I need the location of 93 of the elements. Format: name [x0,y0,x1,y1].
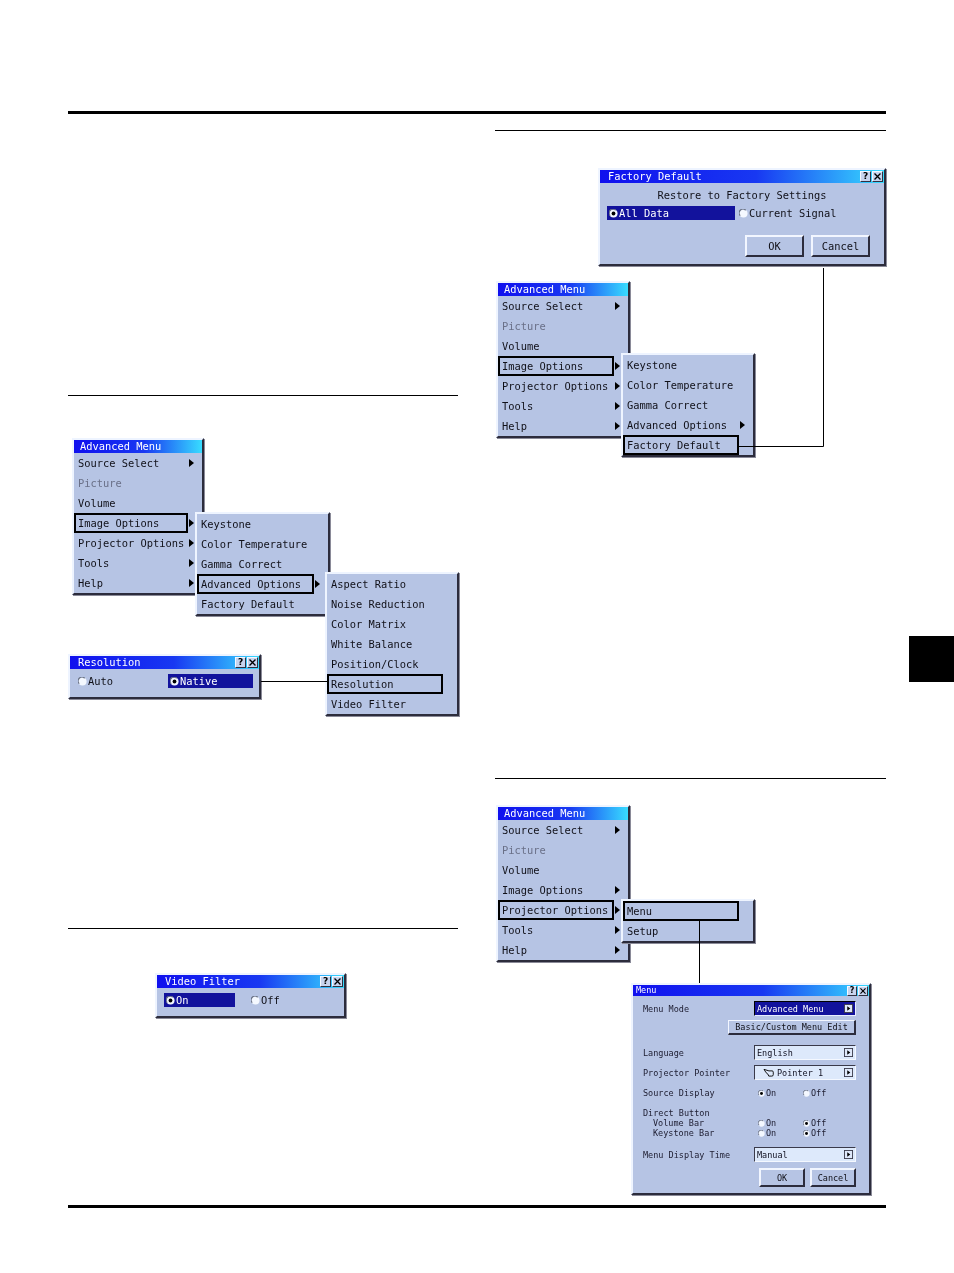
help-button[interactable]: ? [235,657,246,668]
dialog-button[interactable]: Cancel [811,235,870,257]
dropdown-arrow-icon [844,1068,853,1077]
radio-option[interactable]: On [758,1088,803,1098]
radio-option[interactable]: All Data [607,206,735,220]
menu-item[interactable]: Source Select [74,453,188,473]
field-label: Language [643,1047,685,1058]
menu-item[interactable]: Noise Reduction [327,594,443,614]
window-title: Advanced Menu [503,283,587,296]
menu-item[interactable]: Advanced Options [623,415,739,435]
menu-item[interactable]: Keystone [197,514,314,534]
help-button[interactable]: ? [320,976,331,987]
radio-option[interactable]: On [758,1128,803,1138]
radio-option[interactable]: On [164,993,235,1007]
menu-item[interactable]: Position/Clock [327,654,443,674]
close-button[interactable] [872,171,883,182]
dialog-button[interactable]: Basic/Custom Menu Edit [728,1020,856,1035]
field-label: Source Display [643,1088,716,1098]
section-tab-marker [909,636,954,682]
menu-item[interactable]: Factory Default [197,594,314,614]
menu-item[interactable]: Tools [498,396,614,416]
dialog-button[interactable]: Cancel [810,1168,856,1187]
field-label: Keystone Bar [652,1128,716,1138]
field-label: Volume Bar [652,1118,706,1128]
close-button[interactable] [247,657,258,668]
menu-item[interactable]: Resolution [327,674,443,694]
radio-option[interactable]: Off [249,993,329,1007]
close-icon [249,659,256,666]
menu-item[interactable]: Color Temperature [197,534,314,554]
menu-item[interactable]: Color Matrix [327,614,443,634]
dropdown-field[interactable]: Pointer 1 [754,1065,856,1080]
menu-item[interactable]: Source Select [498,820,614,840]
menu-item[interactable]: Video Filter [327,694,443,714]
window-title: Resolution [77,656,142,669]
field-label: Menu Display Time [643,1149,731,1160]
radio-option[interactable]: Off [803,1128,860,1138]
field-label: Projector Pointer [643,1067,731,1078]
menu-item[interactable]: Advanced Options [197,574,314,594]
dropdown-arrow-icon [844,1150,853,1159]
radio-option[interactable]: Off [803,1118,860,1128]
menu-item[interactable]: Help [74,573,188,593]
menu-item[interactable]: Projector Options [498,376,614,396]
dropdown-arrow-icon [844,1004,853,1013]
menu-item[interactable]: Color Temperature [623,375,739,395]
leader-line [261,681,327,682]
close-icon [860,987,866,994]
window-title: Video Filter [164,975,242,988]
menu-item[interactable]: Projector Options [498,900,614,920]
menu-item[interactable]: Tools [498,920,614,940]
menu-item[interactable]: Volume [74,493,188,513]
radio-option[interactable]: Off [803,1088,860,1098]
close-button[interactable] [332,976,343,987]
window-title: Advanced Menu [79,440,163,453]
window-title: Advanced Menu [503,807,587,820]
close-button[interactable] [858,985,868,996]
radio-option[interactable]: Current Signal [737,206,867,220]
menu-item[interactable]: Projector Options [74,533,188,553]
menu-item[interactable]: Menu [623,901,739,921]
menu-item[interactable]: Keystone [623,355,739,375]
menu-item[interactable]: Source Select [498,296,614,316]
menu-item[interactable]: Help [498,940,614,960]
menu-item[interactable]: Help [498,416,614,436]
menu-item[interactable]: Image Options [498,356,614,376]
menu-item[interactable]: Tools [74,553,188,573]
menu-item[interactable]: Gamma Correct [197,554,314,574]
close-icon [874,173,881,180]
help-button[interactable]: ? [847,985,857,996]
menu-item[interactable]: Volume [498,336,614,356]
dropdown-arrow-icon [844,1048,853,1057]
menu-item[interactable]: Volume [498,860,614,880]
dialog-prompt: Restore to Factory Settings [656,188,828,202]
leader-line [699,921,700,983]
field-label: Menu Mode [643,1003,691,1014]
close-icon [334,978,341,985]
menu-item[interactable]: Image Options [498,880,614,900]
radio-option[interactable]: Native [168,674,253,688]
help-button[interactable]: ? [860,171,871,182]
radio-option[interactable]: On [758,1118,803,1128]
menu-item[interactable]: Gamma Correct [623,395,739,415]
dialog-button[interactable]: OK [759,1168,805,1187]
window-title: Factory Default [607,170,703,183]
dropdown-field[interactable]: Manual [754,1147,856,1162]
group-label: Direct Button [643,1108,710,1118]
menu-item[interactable]: Factory Default [623,435,739,455]
radio-option[interactable]: Auto [76,674,168,688]
menu-item[interactable]: Setup [623,921,739,941]
menu-item[interactable]: Aspect Ratio [327,574,443,594]
dropdown-field[interactable]: Advanced Menu [754,1001,856,1016]
menu-item[interactable]: Image Options [74,513,188,533]
window-title: Menu [635,985,658,996]
dialog-button[interactable]: OK [745,235,804,257]
dropdown-field[interactable]: English [754,1045,856,1060]
menu-item[interactable]: White Balance [327,634,443,654]
